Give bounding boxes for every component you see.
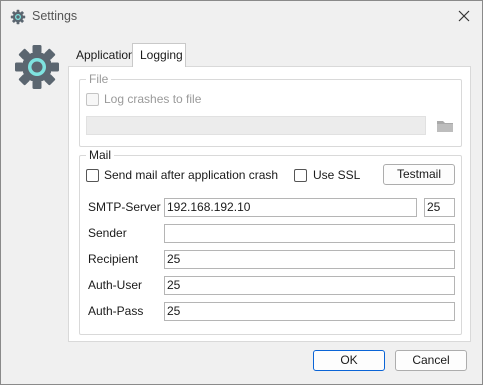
auth-pass-input[interactable]: 25	[164, 302, 455, 321]
tab-application[interactable]: Application	[71, 45, 135, 66]
sender-input[interactable]	[164, 224, 455, 243]
auth-pass-label: Auth-Pass	[88, 304, 144, 318]
recipient-input[interactable]: 25	[164, 250, 455, 269]
auth-user-label: Auth-User	[88, 278, 143, 292]
file-group-title: File	[86, 72, 112, 86]
mail-group: Mail Send mail after application crash U…	[79, 148, 462, 335]
testmail-button[interactable]: Testmail	[383, 164, 455, 185]
file-group: File Log crashes to file	[79, 72, 462, 147]
smtp-port-input[interactable]: 25	[424, 198, 455, 217]
gear-icon	[15, 45, 59, 89]
smtp-server-label: SMTP-Server	[88, 200, 161, 214]
settings-window: Settings Application Logging File Log cr…	[0, 0, 483, 385]
send-mail-checkbox[interactable]	[86, 169, 99, 182]
logging-tab-panel: File Log crashes to file Mail Send mail …	[68, 66, 471, 342]
log-file-path-input[interactable]	[86, 116, 426, 135]
title-bar: Settings	[1, 1, 482, 33]
smtp-server-input[interactable]: 192.168.192.10	[164, 198, 417, 217]
cancel-button[interactable]: Cancel	[395, 350, 467, 371]
window-title: Settings	[32, 9, 78, 23]
send-mail-label: Send mail after application crash	[104, 168, 279, 182]
recipient-label: Recipient	[88, 252, 139, 266]
use-ssl-checkbox[interactable]	[294, 169, 307, 182]
auth-user-input[interactable]: 25	[164, 276, 455, 295]
tab-logging[interactable]: Logging	[132, 43, 186, 67]
sender-label: Sender	[88, 226, 127, 240]
use-ssl-label: Use SSL	[313, 168, 361, 182]
close-icon[interactable]	[456, 8, 472, 24]
ok-button[interactable]: OK	[313, 350, 385, 371]
log-crashes-checkbox[interactable]	[86, 93, 99, 106]
folder-icon[interactable]	[434, 116, 456, 136]
gear-icon	[10, 9, 26, 25]
mail-group-title: Mail	[86, 148, 115, 162]
log-crashes-label: Log crashes to file	[104, 92, 202, 106]
